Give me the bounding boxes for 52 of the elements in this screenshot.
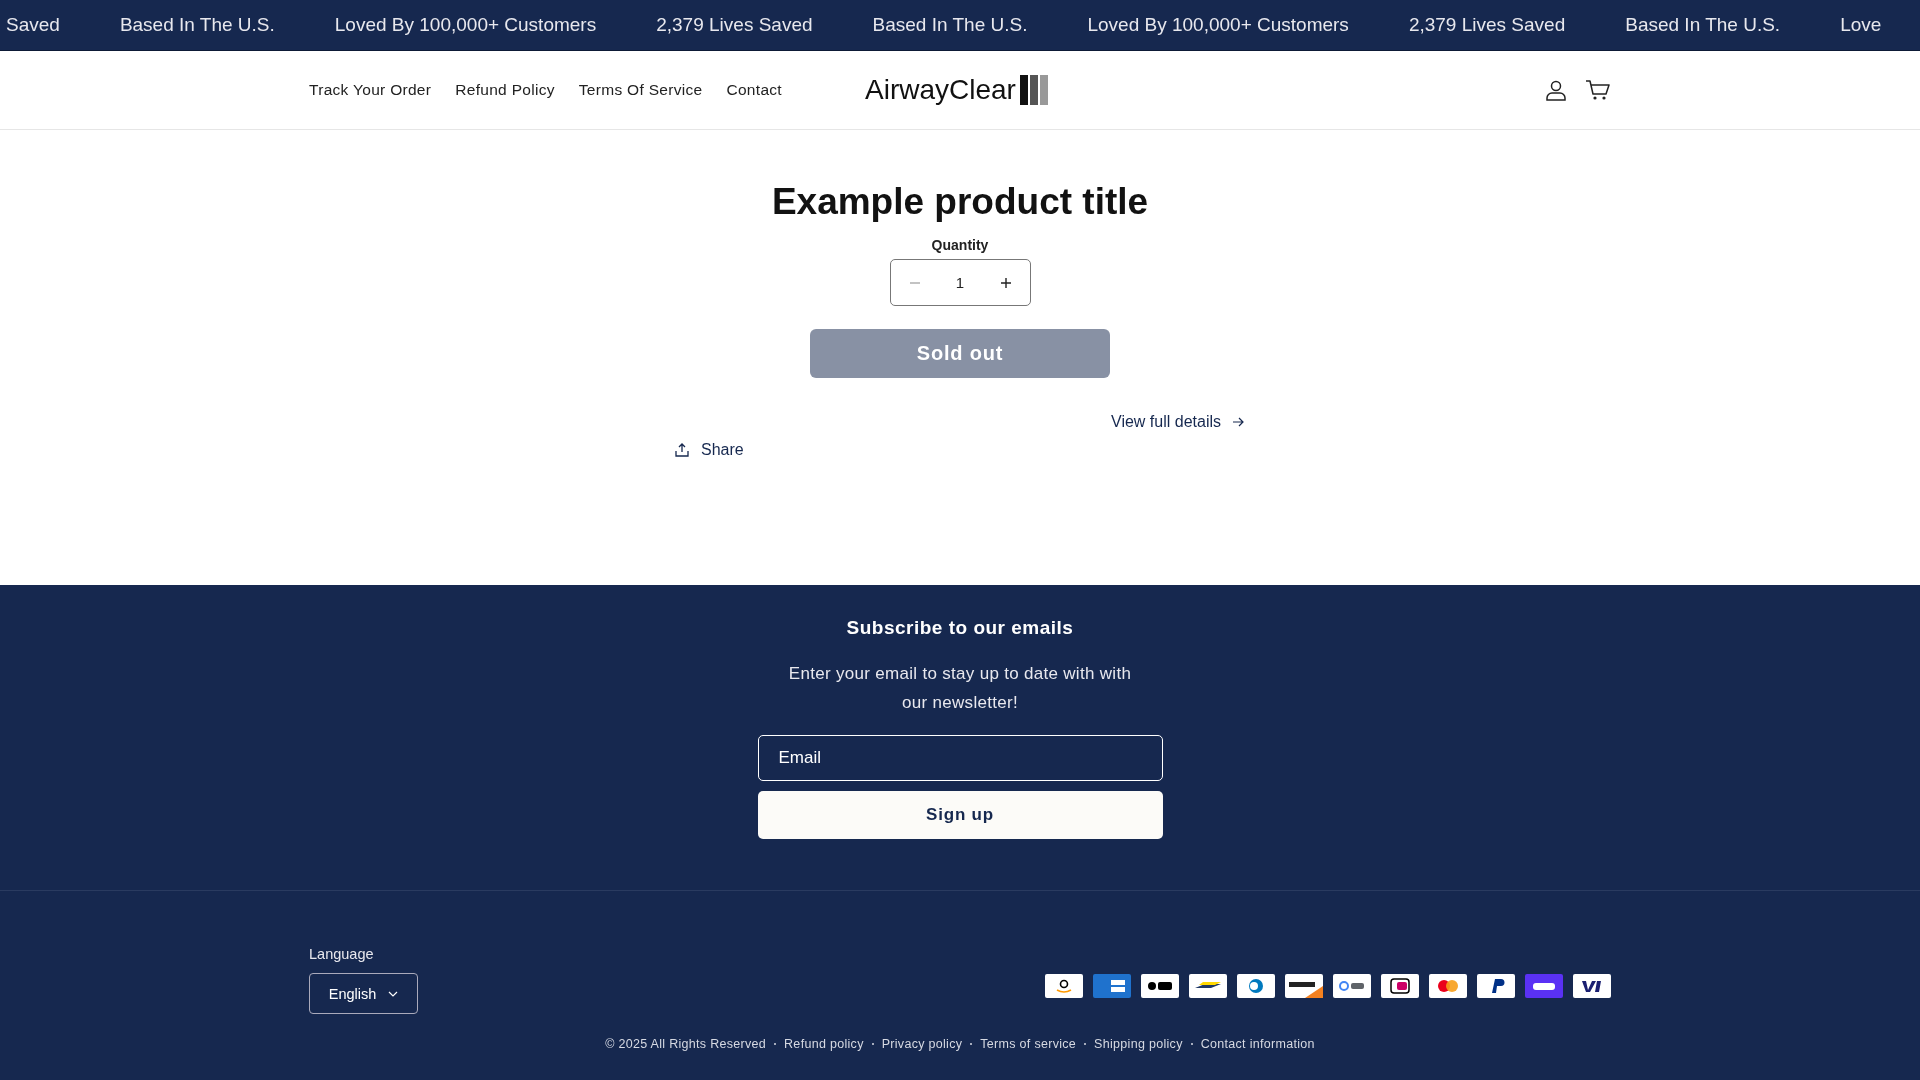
payment-icon: [1189, 974, 1227, 998]
policy-link[interactable]: Refund policy: [784, 1037, 864, 1051]
share-icon: [675, 443, 689, 458]
plus-icon: [999, 276, 1012, 289]
payment-icon: [1429, 974, 1467, 998]
logo-text: AirwayClear: [865, 74, 1016, 106]
copyright-text: © 2025 All Rights Reserved: [605, 1037, 767, 1051]
announcement-text: Loved By 100,000+ Customers: [1087, 14, 1349, 36]
payment-icon: [1381, 974, 1419, 998]
nav-link[interactable]: Terms Of Service: [578, 81, 703, 99]
email-field[interactable]: Email: [757, 735, 1163, 781]
newsletter-text: Enter your email to stay up to date with with our newsletter!: [787, 663, 1133, 714]
policy-link[interactable]: Privacy policy: [881, 1037, 963, 1051]
payment-icon: [1285, 974, 1323, 998]
logo-bars-icon: [1019, 75, 1050, 105]
announcement-text: Saved: [6, 14, 60, 36]
view-details-link[interactable]: View full details: [1111, 413, 1245, 432]
policy-link[interactable]: Contact information: [1200, 1037, 1315, 1051]
cart-icon[interactable]: [1585, 79, 1611, 101]
payment-icon: [1525, 974, 1563, 998]
sign-up-button[interactable]: Sign up: [757, 791, 1163, 839]
payment-icon: [1141, 974, 1179, 998]
payment-icon: [1573, 974, 1611, 998]
logo[interactable]: AirwayClear: [865, 74, 1050, 106]
language-select[interactable]: English: [309, 973, 418, 1014]
quantity-stepper[interactable]: 1: [889, 259, 1031, 307]
announcement-text: Based In The U.S.: [872, 14, 1028, 36]
account-icon[interactable]: [1545, 79, 1567, 101]
nav-link[interactable]: Contact: [726, 81, 782, 99]
announcement-text: Love: [1840, 14, 1882, 36]
newsletter-heading: Subscribe to our emails: [846, 617, 1074, 639]
payment-icon: [1093, 974, 1131, 998]
payment-icon: [1045, 974, 1083, 998]
arrow-right-icon: [1233, 417, 1245, 428]
payment-icon: [1237, 974, 1275, 998]
announcement-text: 2,379 Lives Saved: [656, 14, 813, 36]
nav-link[interactable]: Refund Policy: [455, 81, 555, 99]
payment-icon: [1333, 974, 1371, 998]
chevron-down-icon: [388, 990, 399, 997]
payment-icon: [1477, 974, 1515, 998]
policy-link[interactable]: Terms of service: [980, 1037, 1077, 1051]
product-title: Example product title: [771, 180, 1149, 224]
nav-link[interactable]: Track Your Order: [309, 81, 432, 99]
announcement-text: Based In The U.S.: [1625, 14, 1781, 36]
announcement-text: Based In The U.S.: [119, 14, 275, 36]
quantity-value: 1: [955, 274, 965, 292]
policy-link[interactable]: Shipping policy: [1094, 1037, 1183, 1051]
share-button[interactable]: Share: [675, 441, 744, 460]
announcement-text: Loved By 100,000+ Customers: [334, 14, 597, 36]
announcement-text: 2,379 Lives Saved: [1408, 14, 1566, 36]
quantity-label: Quantity: [931, 237, 989, 254]
language-label: Language: [309, 946, 375, 962]
